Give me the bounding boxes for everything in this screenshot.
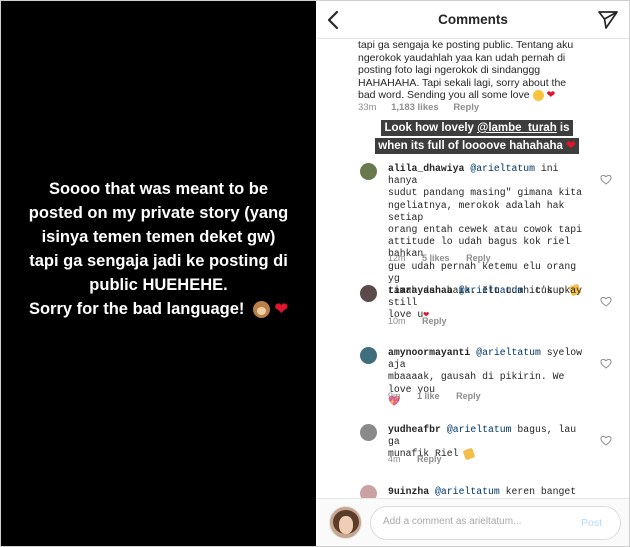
paper-plane-icon[interactable] <box>597 10 619 30</box>
red-heart-icon: ❤ <box>274 301 289 318</box>
overlay-caption: Look how lovely @lambe_turah is when its… <box>367 118 587 154</box>
reply-button[interactable]: Reply <box>456 391 481 401</box>
reply-button[interactable]: Reply <box>422 316 447 326</box>
heart-outline-icon[interactable] <box>600 296 612 307</box>
story-line: tapi ga sengaja jadi ke posting di <box>29 252 288 270</box>
comment-line: tapi ga sengaja ke posting public. Tenta… <box>358 39 574 51</box>
comment-likes[interactable]: 1,183 likes <box>391 102 439 113</box>
reply-button[interactable]: Reply <box>453 102 479 113</box>
comments-header: Comments <box>317 1 629 39</box>
post-button[interactable]: Post <box>581 517 602 529</box>
comment-line: bad word. Sending you all some love <box>358 89 530 101</box>
comment-line: HAHAHAHA. Tapi sekali lagi, sorry about … <box>358 76 567 89</box>
comment-time: 10m <box>388 316 406 326</box>
caption-meta: 33m 1,183 likes Reply <box>358 102 491 113</box>
comment-composer: Post <box>317 498 629 546</box>
avatar <box>329 506 362 539</box>
comment-mention[interactable]: @arieltatum <box>435 486 500 497</box>
avatar[interactable] <box>360 347 377 364</box>
story-line: Soooo that was meant to be <box>48 180 269 198</box>
comment-meta: 4m Reply <box>388 454 456 464</box>
comment-time: 33m <box>358 102 377 113</box>
overlay-line-2: when its full of loooove hahahaha ❤ <box>375 138 579 154</box>
reply-button[interactable]: Reply <box>417 454 442 464</box>
heart-outline-icon[interactable] <box>600 435 612 446</box>
comment-mention[interactable]: @arieltatum <box>470 163 535 174</box>
story-line: posted on my private story (yang <box>28 204 289 222</box>
story-line: Sorry for the bad language! <box>28 300 245 318</box>
comment-line: gue udah pernah ketemu elu orang yg <box>388 260 577 284</box>
story-panel: Soooo that was meant to be posted on my … <box>1 1 316 546</box>
comment-line: posting foto lagi ngerokok di sindanggg <box>358 64 541 76</box>
overlay-text: when its full of loooove hahahaha <box>378 140 563 152</box>
avatar-face <box>339 516 353 534</box>
overlay-text: Look how lovely <box>384 122 478 134</box>
comment-time: 12m <box>388 253 406 263</box>
comment-time: 9m <box>388 391 401 401</box>
avatar[interactable] <box>360 424 377 441</box>
comment-line: orang entah cewek atau cowok tapi <box>388 224 583 236</box>
avatar[interactable] <box>360 285 377 302</box>
comment-meta: 9m 1 like Reply <box>388 391 495 401</box>
reply-button[interactable]: Reply <box>466 253 491 263</box>
story-line-last: Sorry for the bad language! ❤ <box>11 297 306 322</box>
red-heart-icon: ❤ <box>546 89 556 101</box>
clap-emoji-icon <box>463 447 476 461</box>
overlay-line-1: Look how lovely @lambe_turah is <box>381 120 573 136</box>
comment-input[interactable] <box>383 516 563 527</box>
comment-line-last: bad word. Sending you all some love ❤ <box>358 89 583 102</box>
comment-meta: 12m 5 likes Reply <box>388 253 505 263</box>
page-title: Comments <box>438 12 508 27</box>
overlay-text: is <box>556 122 570 134</box>
comment-username[interactable]: tiarayashaa <box>388 285 453 296</box>
comment-input-box: Post <box>370 506 621 540</box>
comment-line: ngerokok yaudahlah yaa kan udah pernah d… <box>358 51 566 64</box>
story-line: public HUEHEHE. <box>89 276 228 294</box>
overlay-mention: @lambe_turah <box>477 122 557 134</box>
comment-username[interactable]: alila_dhawiya <box>388 163 464 174</box>
comment-username[interactable]: yudheafbr <box>388 424 441 435</box>
story-text: Soooo that was meant to be posted on my … <box>11 177 306 322</box>
smile-emoji-icon <box>532 89 544 101</box>
comment-mention[interactable]: @arieltatum <box>459 285 524 296</box>
caption-comment: tapi ga sengaja ke posting public. Tenta… <box>358 39 583 102</box>
comment-time: 4m <box>388 454 401 464</box>
monkey-emoji-icon <box>253 301 271 319</box>
comment-likes[interactable]: 1 like <box>417 391 440 401</box>
comments-panel: Comments tapi ga sengaja ke posting publ… <box>317 1 629 546</box>
comment-mention[interactable]: @arieltatum <box>476 347 541 358</box>
story-line: isinya temen temen deket gw) <box>41 228 276 246</box>
comment-username[interactable]: amynoormayanti <box>388 347 470 358</box>
heart-outline-icon[interactable] <box>600 358 612 369</box>
comment-line: ngeliatnya, merokok adalah hak setiap <box>388 199 565 223</box>
comment-meta: 10m Reply <box>388 316 461 326</box>
heart-outline-icon[interactable] <box>600 174 612 185</box>
comment-line: sudut pandang masing" gimana kita <box>388 187 583 199</box>
avatar[interactable] <box>360 163 377 180</box>
comment-likes[interactable]: 5 likes <box>422 253 450 263</box>
comment-mention[interactable]: @arieltatum <box>447 424 512 435</box>
comment-username[interactable]: 9uinzha <box>388 486 429 497</box>
red-heart-icon: ❤ <box>566 140 576 152</box>
comment-text: alila_dhawiya @arieltatum ini hanya sudu… <box>388 163 593 297</box>
